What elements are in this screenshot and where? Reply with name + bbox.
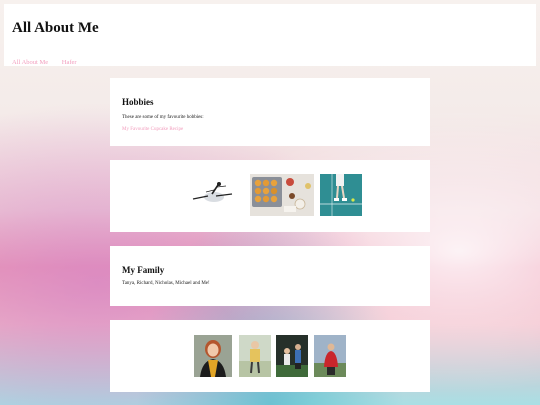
nav-link-hafer[interactable]: Hafer bbox=[62, 59, 77, 66]
kids-playing-photo bbox=[276, 335, 308, 377]
hobbies-description: These are some of my favourite hobbies: bbox=[122, 115, 204, 120]
person-red-jacket-photo bbox=[314, 335, 346, 377]
cupcakes-baking-photo bbox=[250, 174, 314, 216]
hobbies-card: Hobbies These are some of my favourite h… bbox=[110, 78, 430, 146]
site-nav: All About Me Hafer bbox=[12, 59, 89, 66]
cupcake-recipe-link[interactable]: My Favourite Cupcake Recipe bbox=[122, 127, 183, 132]
graduate-portrait-photo bbox=[194, 335, 232, 377]
ballet-dancer-photo bbox=[188, 174, 240, 212]
child-outdoors-photo bbox=[239, 335, 271, 377]
tennis-court-photo bbox=[320, 174, 362, 216]
site-title: All About Me bbox=[12, 20, 99, 36]
hobbies-heading: Hobbies bbox=[122, 97, 154, 107]
hobby-photos-card bbox=[110, 160, 430, 232]
site-header: All About Me All About Me Hafer bbox=[4, 4, 536, 66]
family-description: Tanya, Richard, Nicholas, Michael and Me… bbox=[122, 281, 210, 286]
nav-link-all-about-me[interactable]: All About Me bbox=[12, 59, 48, 66]
family-heading: My Family bbox=[122, 265, 165, 275]
family-card: My Family Tanya, Richard, Nicholas, Mich… bbox=[110, 246, 430, 306]
family-photos-card bbox=[110, 320, 430, 392]
